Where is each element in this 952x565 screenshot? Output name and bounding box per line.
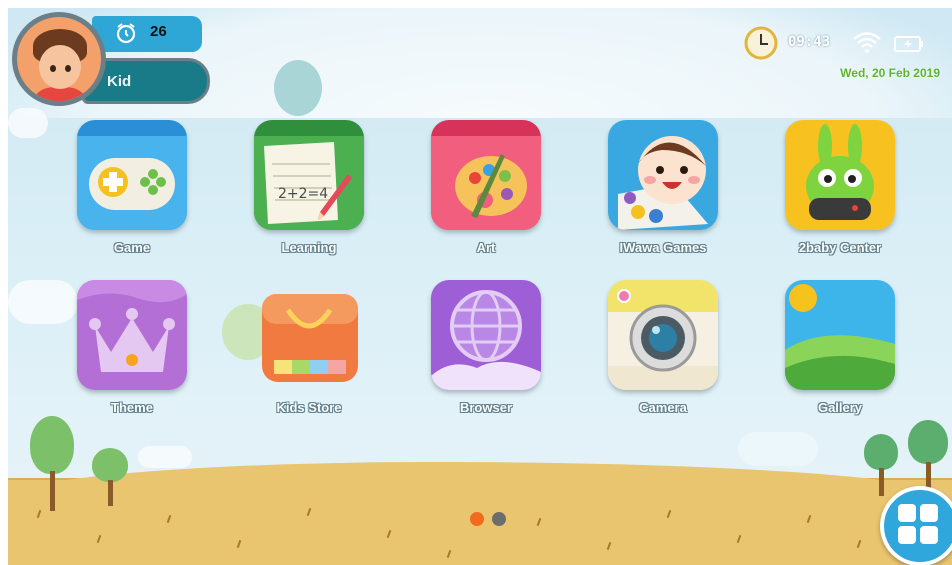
app-label: IWawa Games	[619, 240, 707, 255]
timer-bar	[92, 16, 202, 52]
alarm-clock-icon	[116, 23, 136, 44]
cloud	[738, 432, 818, 466]
browser-globe-icon	[431, 280, 541, 390]
app-label: Kids Store	[276, 400, 342, 415]
app-art[interactable]: Art	[408, 120, 558, 270]
page-indicator	[470, 512, 530, 528]
balloon-icon	[274, 60, 322, 116]
timer-count: 26	[150, 23, 167, 40]
status-bar: 09:43 Wed, 20 Feb 2019	[732, 24, 942, 84]
app-theme[interactable]: Theme	[54, 280, 204, 430]
grid-icon	[898, 504, 916, 522]
app-label: 2baby Center	[798, 240, 882, 255]
wifi-icon	[853, 32, 881, 53]
app-kids-store[interactable]: Kids Store	[231, 280, 381, 430]
app-browser[interactable]: Browser	[408, 280, 558, 430]
page-dot[interactable]	[492, 512, 506, 526]
app-label: Gallery	[817, 400, 863, 415]
app-learning[interactable]: 2+2=4 Learning	[231, 120, 381, 270]
avatar[interactable]	[12, 12, 106, 106]
app-label: Art	[476, 240, 496, 255]
clock-icon[interactable]	[744, 26, 778, 60]
app-label: Learning	[281, 240, 337, 255]
learning-folder-icon: 2+2=4	[254, 120, 364, 230]
iwawa-games-icon	[608, 120, 718, 230]
battery-charging-icon	[894, 36, 923, 52]
cloud	[8, 108, 48, 138]
app-label: Browser	[459, 400, 513, 415]
app-label: Game	[113, 240, 151, 255]
kids-store-icon	[254, 280, 364, 390]
game-folder-icon	[77, 120, 187, 230]
app-label: Camera	[639, 400, 687, 415]
home-screen: 26 Kid 09:43 Wed, 20 Feb 2019 Game 2+2=4…	[8, 8, 952, 565]
gallery-icon	[785, 280, 895, 390]
svg-text:2+2=4: 2+2=4	[278, 186, 328, 202]
all-apps-button[interactable]	[880, 486, 952, 565]
app-iwawa-games[interactable]: IWawa Games	[585, 120, 735, 270]
art-folder-icon	[431, 120, 541, 230]
app-game[interactable]: Game	[54, 120, 204, 270]
user-profile[interactable]: 26 Kid	[12, 12, 212, 112]
app-camera[interactable]: Camera	[585, 280, 735, 430]
app-label: Theme	[111, 400, 153, 415]
camera-icon	[608, 280, 718, 390]
cloud	[138, 446, 192, 468]
status-time: 09:43	[788, 34, 831, 50]
profile-name: Kid	[107, 73, 132, 90]
app-2baby-center[interactable]: 2baby Center	[762, 120, 912, 270]
page-dot-active[interactable]	[470, 512, 484, 526]
theme-crown-icon	[77, 280, 187, 390]
status-date: Wed, 20 Feb 2019	[840, 66, 940, 80]
app-gallery[interactable]: Gallery	[762, 280, 912, 430]
2baby-center-icon	[785, 120, 895, 230]
